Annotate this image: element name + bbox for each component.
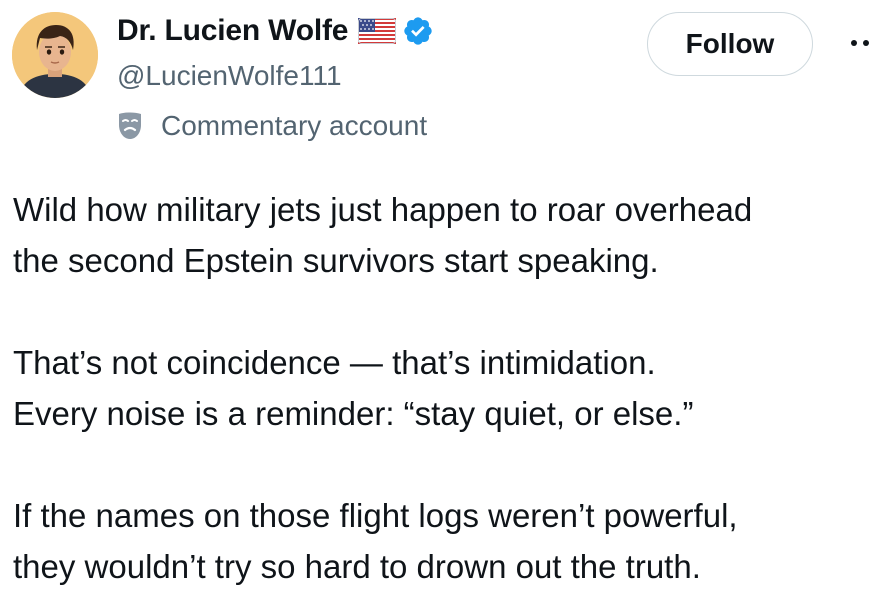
account-label: Commentary account: [117, 110, 427, 142]
post-paragraph: If the names on those flight logs weren’…: [13, 490, 868, 592]
avatar[interactable]: [12, 12, 98, 98]
avatar-portrait-icon: [12, 12, 98, 98]
post-line: they wouldn’t try so hard to drown out t…: [13, 548, 701, 585]
tweet-card: Dr. Lucien Wolfe @LucienWolfe111 Comment…: [0, 0, 872, 606]
post-line: Every noise is a reminder: “stay quiet, …: [13, 395, 694, 432]
us-flag-icon: [358, 18, 397, 44]
follow-button[interactable]: Follow: [647, 12, 813, 76]
theater-mask-icon: [117, 111, 143, 141]
post-line: Wild how military jets just happen to ro…: [13, 191, 753, 228]
more-options-icon[interactable]: [850, 36, 872, 50]
author-handle[interactable]: @LucienWolfe111: [117, 60, 342, 92]
post-paragraph: Wild how military jets just happen to ro…: [13, 184, 868, 286]
account-label-text: Commentary account: [161, 110, 428, 141]
post-paragraph: That’s not coincidence — that’s intimida…: [13, 337, 868, 439]
post-text: Wild how military jets just happen to ro…: [13, 184, 868, 592]
verified-badge-icon[interactable]: [402, 15, 434, 47]
author-name-row: Dr. Lucien Wolfe: [117, 14, 434, 48]
post-line: If the names on those flight logs weren’…: [13, 497, 738, 534]
author-display-name[interactable]: Dr. Lucien Wolfe: [117, 14, 348, 48]
post-line: the second Epstein survivors start speak…: [13, 242, 659, 279]
post-line: That’s not coincidence — that’s intimida…: [13, 344, 656, 381]
